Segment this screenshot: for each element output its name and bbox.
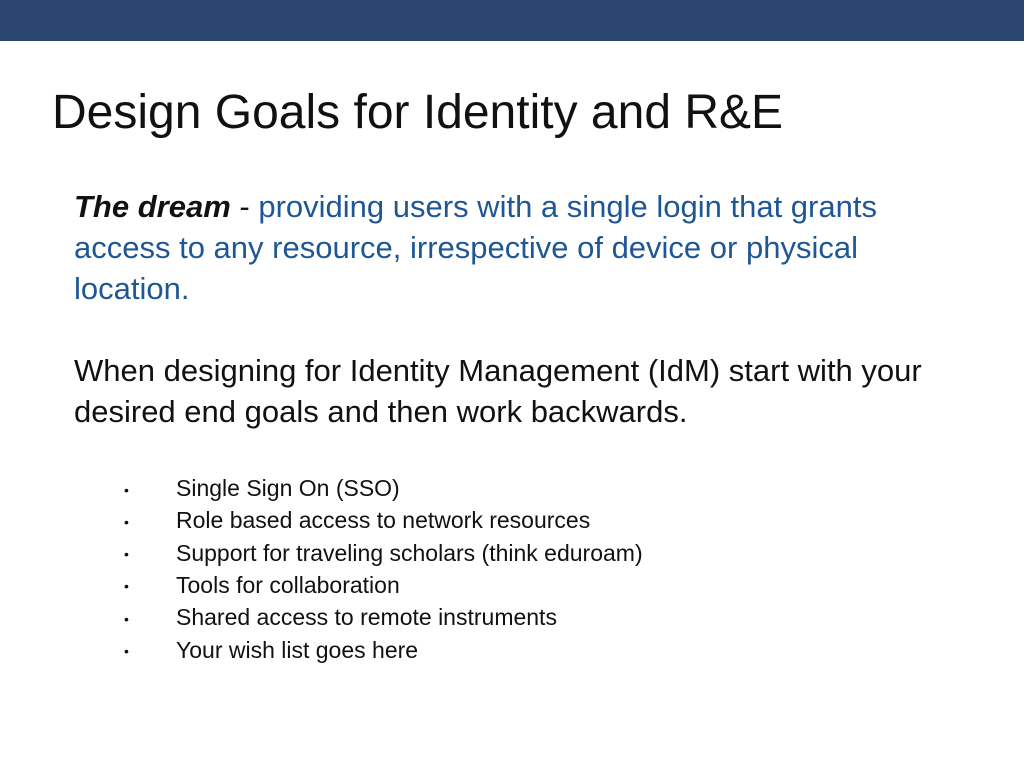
bullet-icon: • (124, 513, 129, 530)
list-item: • Your wish list goes here (118, 635, 643, 667)
goal-text: Shared access to remote instruments (176, 604, 557, 631)
list-item: • Tools for collaboration (118, 570, 643, 602)
idm-paragraph: When designing for Identity Management (… (74, 353, 922, 429)
goals-list: • Single Sign On (SSO) • Role based access… (118, 473, 643, 667)
dream-paragraph: The dream - providing users with a singl… (74, 186, 974, 309)
goal-text: Tools for collaboration (176, 571, 400, 598)
goal-text: Single Sign On (SSO) (176, 475, 400, 501)
list-item: • Support for traveling scholars (think e… (118, 538, 643, 570)
list-item: • Shared access to remote instruments (118, 602, 643, 634)
top-band (0, 0, 1024, 41)
bullet-icon: • (124, 578, 129, 595)
bullet-icon: • (124, 643, 129, 660)
bullet-icon: • (124, 610, 129, 627)
goal-text: Your wish list goes here (176, 636, 419, 663)
list-item: • Role based access to network resources (118, 505, 643, 537)
bullet-icon: • (124, 546, 129, 563)
dream-lead: The dream (74, 189, 231, 224)
bullet-icon: • (124, 481, 129, 498)
dream-separator: - (230, 189, 259, 224)
slide-title: Design Goals for Identity and R&E (52, 86, 784, 139)
goal-text: Role based access to network resources (176, 507, 591, 534)
list-item: • Single Sign On (SSO) (118, 473, 643, 505)
goal-text: Support for traveling scholars (think ed… (176, 539, 643, 566)
